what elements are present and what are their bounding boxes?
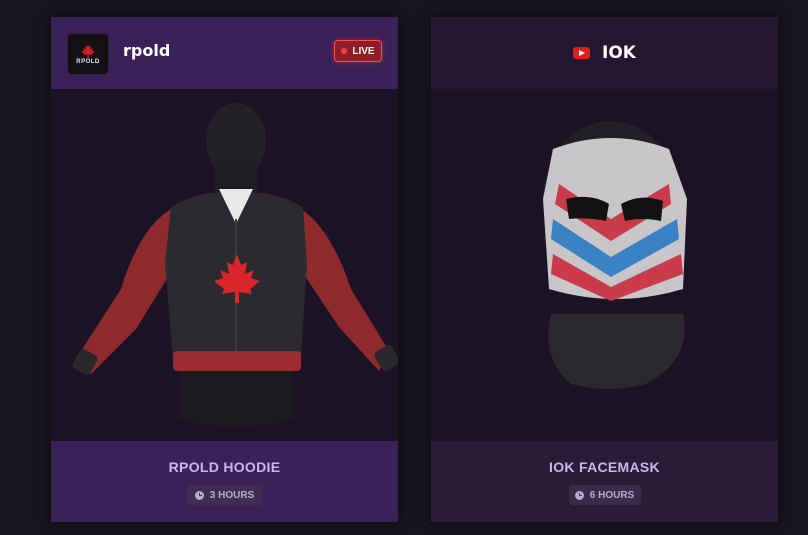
drop-card-iok[interactable]: IOK IOK FACEMASK 6 HOURS (431, 17, 778, 522)
drop-card-rpold[interactable]: RPOLD rpold LIVE RPOLD HOODIE 3 HOURS (51, 17, 400, 522)
time-remaining-badge: 3 HOURS (186, 485, 263, 505)
item-preview-image[interactable] (431, 89, 778, 441)
card-footer: IOK FACEMASK 6 HOURS (431, 441, 778, 522)
facemask-image (543, 121, 687, 389)
item-title[interactable]: IOK FACEMASK (431, 459, 778, 475)
card-header: RPOLD rpold LIVE (51, 17, 398, 89)
time-remaining-badge: 6 HOURS (568, 485, 641, 505)
time-remaining-text: 6 HOURS (589, 489, 635, 501)
streamer-name[interactable]: rpold (123, 41, 170, 60)
streamer-avatar[interactable]: RPOLD (67, 33, 109, 75)
item-preview-image[interactable] (51, 89, 400, 441)
card-footer: RPOLD HOODIE 3 HOURS (51, 441, 398, 522)
maple-leaf-icon (81, 43, 95, 58)
live-label: LIVE (352, 45, 375, 57)
hoodie-image (72, 103, 400, 427)
clock-icon (194, 490, 204, 500)
channel-link[interactable]: IOK (573, 43, 636, 63)
avatar-logo-text: RPOLD (76, 58, 100, 65)
channel-name: IOK (602, 43, 636, 63)
clock-icon (574, 490, 584, 500)
time-remaining-text: 3 HOURS (209, 489, 255, 501)
card-header: IOK (431, 17, 778, 89)
youtube-icon (573, 47, 591, 59)
item-title[interactable]: RPOLD HOODIE (51, 459, 398, 475)
live-badge[interactable]: LIVE (334, 40, 382, 62)
live-dot-icon (341, 48, 348, 54)
